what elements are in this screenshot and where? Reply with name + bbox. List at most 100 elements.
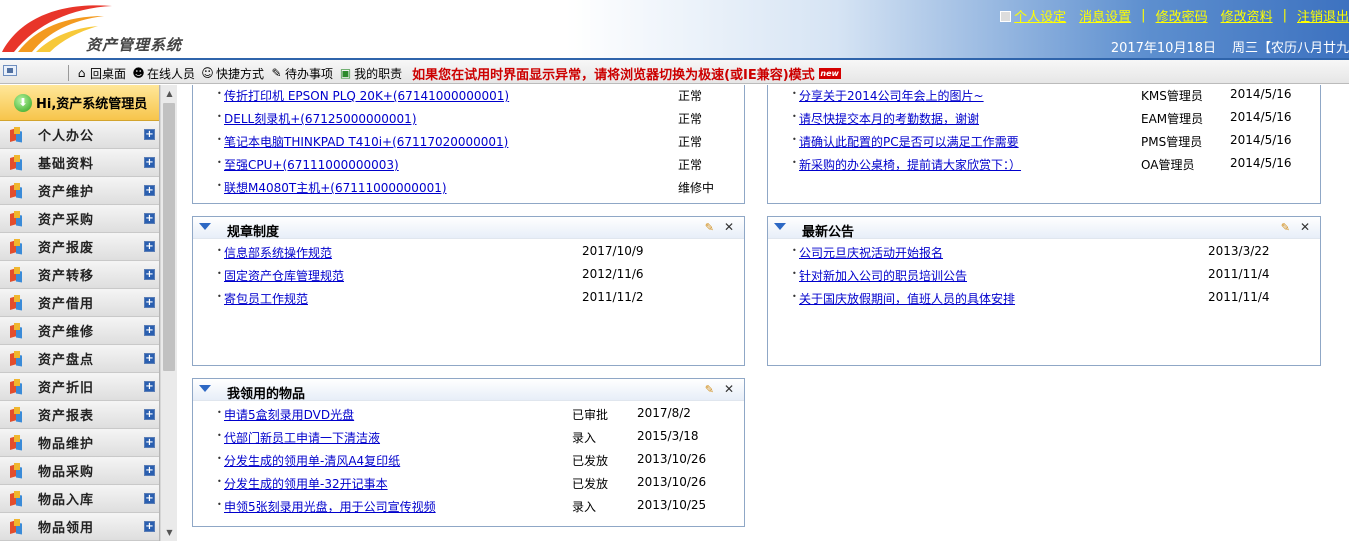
module-icon [10,322,26,339]
collapse-sidebar-icon[interactable] [3,65,17,76]
item-link[interactable]: 寄包员工作规范 [224,290,308,307]
list-item: • 笔记本电脑THINKPAD T410i+(67117020000001) 正常 [193,129,744,152]
sidebar-item-label: 资产折旧 [38,381,95,396]
item-link[interactable]: 申请5盒刻录用DVD光盘 [224,406,354,423]
edit-pencil-icon[interactable]: ✎ [1281,221,1290,234]
online-users-label: 在线人员 [147,66,196,81]
expand-plus-icon[interactable]: + [144,409,155,420]
sidebar-item[interactable]: 物品入库 + [0,485,159,513]
item-link[interactable]: 代部门新员工申请一下清洁液 [224,429,380,446]
sidebar-item[interactable]: 基础资料 + [0,149,159,177]
sidebar-item[interactable]: 资产转移 + [0,261,159,289]
sidebar-item-label: 资产盘点 [38,353,95,368]
edit-pencil-icon[interactable]: ✎ [705,383,714,396]
list-item: • 公司元旦庆祝活动开始报名 2013/3/22 [768,240,1320,263]
bullet: • [217,158,222,167]
list-item: • 信息部系统操作规范 2017/10/9 [193,240,744,263]
collapse-triangle-icon[interactable] [199,385,211,392]
item-link[interactable]: 笔记本电脑THINKPAD T410i+(67117020000001) [224,133,508,150]
home-button[interactable]: ⌂ 回桌面 [75,65,126,82]
expand-plus-icon[interactable]: + [144,325,155,336]
sidebar-item[interactable]: 资产报表 + [0,401,159,429]
item-link[interactable]: 至强CPU+(67111000000003) [224,156,399,173]
panel-rules: 规章制度 ✎ ✕ • 信息部系统操作规范 2017/10/9 • 固定资产仓库管理规范 2… [192,216,745,366]
expand-plus-icon[interactable]: + [144,437,155,448]
sidebar-item[interactable]: 资产折旧 + [0,373,159,401]
item-link[interactable]: 联想M4080T主机+(67111000000001) [224,179,447,196]
shortcuts-button[interactable]: ☺ 快捷方式 [201,65,264,82]
expand-plus-icon[interactable]: + [144,241,155,252]
message-settings-link[interactable]: 消息设置 [1079,6,1131,25]
welcome-text: Hi,资产系统管理员 [36,97,148,112]
panel-header: 最新公告 ✎ ✕ [768,217,1320,240]
expand-plus-icon[interactable]: + [144,213,155,224]
item-date: 2014/5/16 [1230,156,1292,170]
item-link[interactable]: 针对新加入公司的职员培训公告 [799,267,967,284]
sidebar-item[interactable]: 物品维护 + [0,429,159,457]
sidebar-item-label: 个人办公 [38,129,95,144]
sidebar-item[interactable]: 资产采购 + [0,205,159,233]
close-icon[interactable]: ✕ [724,220,734,234]
sidebar-item[interactable]: 资产维护 + [0,177,159,205]
item-link[interactable]: 申领5张刻录用光盘，用于公司宣传视频 [224,498,436,515]
item-link[interactable]: 请尽快提交本月的考勤数据，谢谢 [799,110,979,127]
expand-plus-icon[interactable]: + [144,297,155,308]
item-date: 2014/5/16 [1230,87,1292,101]
item-link[interactable]: DELL刻录机+(67125000000001) [224,110,417,127]
expand-plus-icon[interactable]: + [144,465,155,476]
logout-link[interactable]: 注销退出 [1297,6,1349,25]
collapse-triangle-icon[interactable] [199,223,211,230]
collapse-triangle-icon[interactable] [774,223,786,230]
item-link[interactable]: 分发生成的领用单-32开记事本 [224,475,388,492]
expand-plus-icon[interactable]: + [144,269,155,280]
sidebar-item[interactable]: 资产盘点 + [0,345,159,373]
close-icon[interactable]: ✕ [1300,220,1310,234]
item-link[interactable]: 请确认此配置的PC是否可以满足工作需要 [799,133,1019,150]
sidebar-item[interactable]: 资产报废 + [0,233,159,261]
scroll-down-arrow-icon[interactable]: ▼ [161,524,178,541]
main-content: • 传折打印机 EPSON PLQ 20K+(67141000000001) 正常 •… [177,85,1349,541]
sidebar: ⬇ Hi,资产系统管理员 个人办公 + 基础资料 + 资产维护 + 资产采购 + 资产报废 + 资产… [0,85,160,541]
item-link[interactable]: 关于国庆放假期间，值班人员的具体安排 [799,290,1015,307]
edit-pencil-icon[interactable]: ✎ [705,221,714,234]
online-users-button[interactable]: ☻ 在线人员 [132,65,195,82]
my-duties-button[interactable]: ▣ 我的职责 [339,65,402,82]
item-link[interactable]: 分发生成的领用单-清风A4复印纸 [224,452,400,469]
sidebar-scrollbar[interactable]: ▲ ▼ [160,85,177,541]
sidebar-item[interactable]: 物品领用 + [0,513,159,541]
item-link[interactable]: 信息部系统操作规范 [224,244,332,261]
scroll-thumb[interactable] [163,103,175,371]
item-link[interactable]: 新采购的办公桌椅，提前请大家欣赏下：） [799,156,1021,173]
sidebar-item[interactable]: 资产借用 + [0,289,159,317]
item-link[interactable]: 固定资产仓库管理规范 [224,267,344,284]
sidebar-item[interactable]: 个人办公 + [0,121,159,149]
app-header: 资产管理系统 个人设定 消息设置 | 修改密码 修改资料 | 注销退出 2017… [0,0,1349,58]
item-link[interactable]: 传折打印机 EPSON PLQ 20K+(67141000000001) [224,87,509,104]
todo-button[interactable]: ✎ 待办事项 [270,65,334,82]
personal-settings-link[interactable]: 个人设定 [1014,6,1066,25]
expand-plus-icon[interactable]: + [144,353,155,364]
edit-profile-link[interactable]: 修改资料 [1221,6,1273,25]
item-date: 2014/5/16 [1230,110,1292,124]
expand-plus-icon[interactable]: + [144,521,155,532]
module-icon [10,266,26,283]
users-icon: ☻ [132,65,145,80]
list-item: • 代部门新员工申请一下清洁液 录入 2015/3/18 [193,425,744,448]
expand-plus-icon[interactable]: + [144,185,155,196]
panel-title: 我领用的物品 [227,387,306,402]
list-item: • 传折打印机 EPSON PLQ 20K+(67141000000001) 正常 [193,85,744,106]
expand-plus-icon[interactable]: + [144,129,155,140]
scroll-up-arrow-icon[interactable]: ▲ [161,85,178,102]
sidebar-item[interactable]: 资产维修 + [0,317,159,345]
sidebar-item[interactable]: 物品采购 + [0,457,159,485]
change-password-link[interactable]: 修改密码 [1156,6,1208,25]
item-link[interactable]: 公司元旦庆祝活动开始报名 [799,244,943,261]
expand-plus-icon[interactable]: + [144,381,155,392]
date-line: 2017年10月18日 周三【农历八月廿九 [1095,37,1349,56]
smiley-icon: ☺ [201,65,214,80]
close-icon[interactable]: ✕ [724,382,734,396]
expand-plus-icon[interactable]: + [144,157,155,168]
separator: | [1282,7,1287,23]
expand-plus-icon[interactable]: + [144,493,155,504]
item-link[interactable]: 分享关于2014公司年会上的图片~ [799,87,984,104]
